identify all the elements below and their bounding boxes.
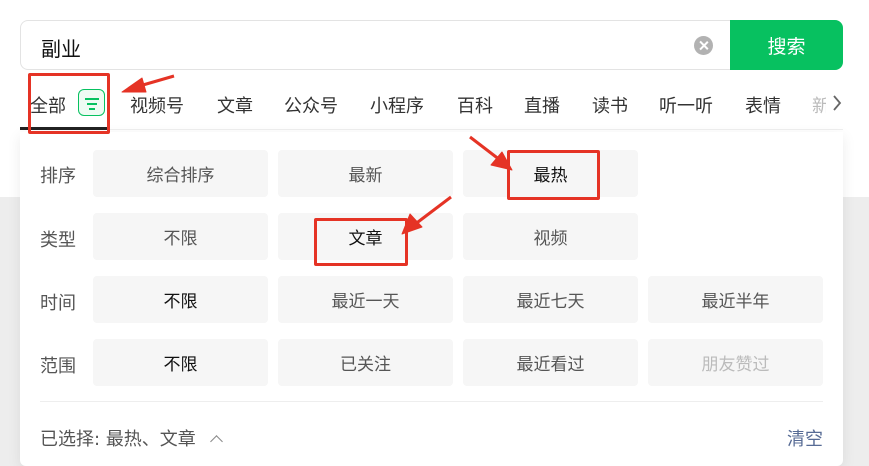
tab-official-accounts[interactable]: 公众号 [284,92,338,118]
selected-summary[interactable]: 已选择: 最热、文章 [40,425,223,451]
scope-option-followed[interactable]: 已关注 [278,339,453,386]
annotation-box-tab-all [28,73,110,134]
scope-option-any[interactable]: 不限 [93,339,268,386]
selected-label: 已选择: [40,429,101,450]
tab-articles[interactable]: 文章 [217,92,253,118]
tab-live[interactable]: 直播 [524,92,560,118]
type-option-any[interactable]: 不限 [93,213,268,260]
type-option-video[interactable]: 视频 [463,213,638,260]
time-option-week[interactable]: 最近七天 [463,276,638,323]
annotation-box-hottest [507,150,600,200]
tab-listen[interactable]: 听一听 [659,92,713,118]
tab-books[interactable]: 读书 [592,92,628,118]
tab-mini-programs[interactable]: 小程序 [370,92,424,118]
search-query: 副业 [41,37,81,61]
scope-option-friends-liked: 朋友赞过 [648,339,823,386]
category-tabs: 全部 视频号 文章 公众号 小程序 百科 直播 读书 听一听 表情 新 [0,80,869,130]
tab-channels[interactable]: 视频号 [130,92,184,118]
selected-values: 最热、文章 [105,429,196,450]
sort-option-comprehensive[interactable]: 综合排序 [93,150,268,197]
annotation-box-article [314,218,408,266]
clear-filters-button[interactable]: 清空 [787,425,823,451]
chevron-up-icon[interactable] [209,435,223,448]
search-button[interactable]: 搜索 [730,20,843,70]
sort-label: 排序 [40,166,76,187]
tab-divider [20,129,843,130]
scope-option-recently-viewed[interactable]: 最近看过 [463,339,638,386]
tab-encyclopedia[interactable]: 百科 [457,92,493,118]
clear-icon[interactable] [694,36,713,55]
time-option-any[interactable]: 不限 [93,276,268,323]
time-option-half-year[interactable]: 最近半年 [648,276,823,323]
scope-label: 范围 [40,356,76,377]
time-label: 时间 [40,293,76,314]
type-label: 类型 [40,230,76,251]
tab-stickers[interactable]: 表情 [745,92,781,118]
filter-panel: 排序 综合排序 最新 最热 类型 不限 文章 视频 时间 不限 最近一天 最近七… [20,132,843,466]
chevron-right-icon[interactable] [832,95,842,111]
sort-option-latest[interactable]: 最新 [278,150,453,197]
time-option-day[interactable]: 最近一天 [278,276,453,323]
tab-news[interactable]: 新 [812,92,826,118]
search-input[interactable]: 副业 [20,20,731,70]
panel-divider [40,401,823,402]
